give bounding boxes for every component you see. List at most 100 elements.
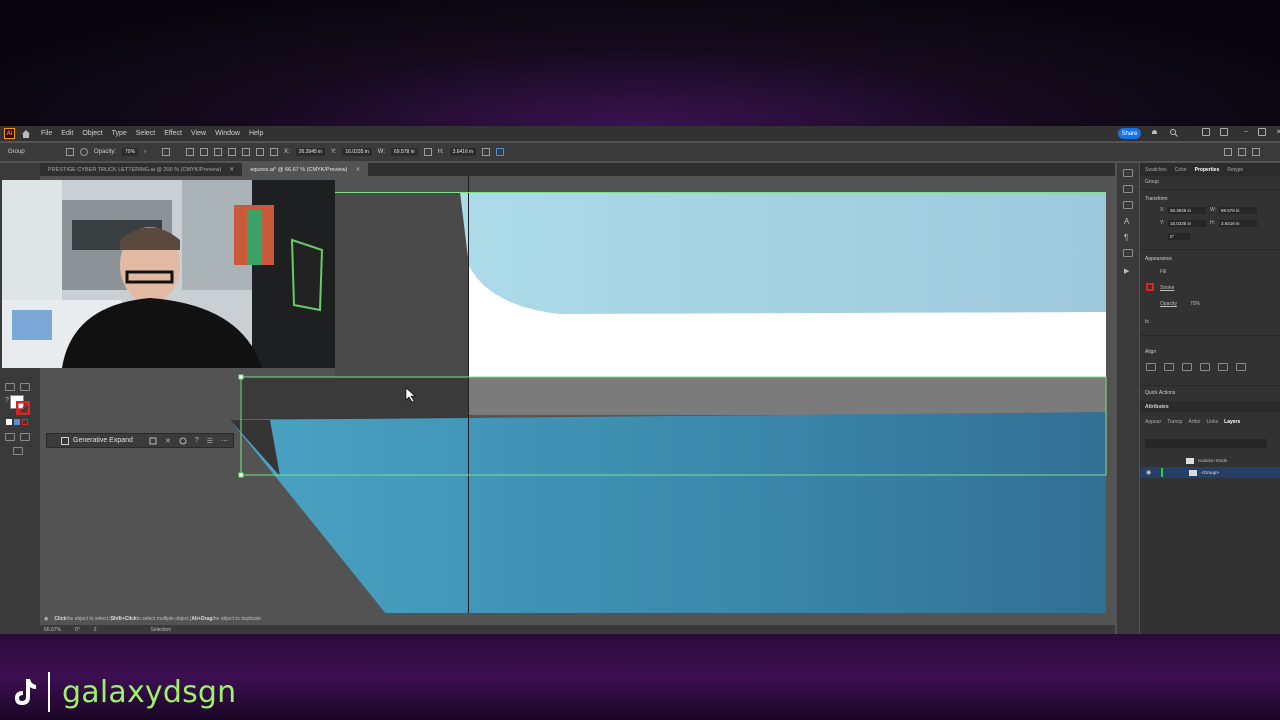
- zoom-level[interactable]: 66.67%: [44, 627, 61, 633]
- tab-retype[interactable]: Retype: [1227, 167, 1243, 173]
- list-icon[interactable]: ☰: [207, 437, 213, 445]
- help-icon[interactable]: ?: [195, 437, 199, 444]
- align-right-icon[interactable]: [214, 148, 223, 156]
- menu-select[interactable]: Select: [136, 130, 155, 137]
- align-left-icon[interactable]: [186, 148, 195, 156]
- isolate-icon[interactable]: [66, 148, 74, 156]
- transform-icon[interactable]: [482, 148, 491, 156]
- tab-equnox[interactable]: equnox.ai* @ 66.67 % (CMYK/Preview) ✕: [242, 163, 369, 176]
- close-icon[interactable]: ✕: [1276, 128, 1280, 137]
- menu-window[interactable]: Window: [215, 130, 240, 137]
- align-bottom-icon[interactable]: [1236, 363, 1246, 371]
- share-button[interactable]: Share: [1118, 128, 1141, 139]
- align-right-icon[interactable]: [1182, 363, 1192, 371]
- style-icon[interactable]: [162, 148, 171, 156]
- menu-view[interactable]: View: [191, 130, 206, 137]
- y-field[interactable]: 16.0235 in: [1168, 220, 1206, 227]
- tab-swatches[interactable]: Swatches: [1145, 167, 1167, 173]
- fx-button[interactable]: fx.: [1145, 319, 1150, 325]
- settings-icon[interactable]: [179, 437, 187, 445]
- opacity-value[interactable]: 70%: [1190, 301, 1200, 307]
- close-icon[interactable]: ✕: [165, 437, 171, 445]
- rotate-field[interactable]: 0°: [1168, 233, 1190, 240]
- menu-effect[interactable]: Effect: [164, 130, 182, 137]
- rotate-view[interactable]: 0°: [75, 627, 80, 633]
- tab-layers[interactable]: Layers: [1224, 419, 1240, 425]
- zoom-tool-icon[interactable]: [20, 383, 30, 391]
- layer-row-group[interactable]: ◉ <Group>: [1140, 467, 1280, 478]
- w-field[interactable]: 69.578 in: [1219, 207, 1257, 214]
- workspace-icon[interactable]: [1202, 128, 1210, 136]
- tab-transparency[interactable]: Transp: [1167, 419, 1182, 425]
- align-vcenter-icon[interactable]: [1218, 363, 1228, 371]
- tab-prestige[interactable]: PRESTIGE CYBER TRUCK LETTERING.ai @ 200 …: [40, 163, 242, 176]
- isolation-icon[interactable]: [496, 148, 505, 156]
- home-icon[interactable]: [21, 129, 31, 139]
- menu-help[interactable]: Help: [249, 130, 263, 137]
- eye-icon[interactable]: ◉: [1146, 469, 1151, 476]
- panel-toggle-icon[interactable]: [1224, 148, 1232, 156]
- x-field[interactable]: 26.3945 in: [1168, 207, 1206, 214]
- stroke-swatch[interactable]: [1146, 283, 1154, 291]
- h-field[interactable]: 3.6416 in: [1219, 220, 1257, 227]
- menu-object[interactable]: Object: [82, 130, 102, 137]
- properties-icon[interactable]: [1123, 185, 1133, 193]
- selection-handle[interactable]: [238, 374, 244, 380]
- menu-edit[interactable]: Edit: [61, 130, 73, 137]
- align-hcenter-icon[interactable]: [1164, 363, 1174, 371]
- opacity-label[interactable]: Opacity: [1160, 301, 1177, 307]
- libraries-icon[interactable]: [1123, 169, 1133, 177]
- reference-point-icon[interactable]: [270, 148, 279, 156]
- selection-handle[interactable]: [238, 472, 244, 478]
- stroke-swatch[interactable]: [16, 401, 30, 415]
- play-icon[interactable]: ▶: [1124, 267, 1129, 275]
- align-middle-icon[interactable]: [242, 148, 251, 156]
- align-left-icon[interactable]: [1146, 363, 1156, 371]
- tab-links[interactable]: Links: [1206, 419, 1218, 425]
- layers-icon[interactable]: [1123, 201, 1133, 209]
- link-icon[interactable]: [423, 148, 432, 156]
- tab-color[interactable]: Color: [1175, 167, 1187, 173]
- layer-row-isolation[interactable]: Isolation Mode: [1140, 455, 1280, 466]
- attributes-bar[interactable]: Attributes: [1140, 401, 1280, 412]
- search-icon[interactable]: [1169, 128, 1178, 137]
- edit-toolbar-icon[interactable]: [13, 447, 23, 455]
- align-center-icon[interactable]: [200, 148, 209, 156]
- align-top-icon[interactable]: [228, 148, 237, 156]
- close-tab-icon[interactable]: ✕: [229, 166, 234, 173]
- tab-properties[interactable]: Properties: [1195, 167, 1220, 173]
- bell-icon[interactable]: [1150, 128, 1159, 137]
- tab-artboards[interactable]: Artbo: [1189, 419, 1201, 425]
- brush-icon[interactable]: [1238, 148, 1246, 156]
- h-field[interactable]: 3.6416 in: [449, 148, 477, 156]
- selection-tool-icon[interactable]: [5, 383, 15, 391]
- gradient-mode-icon[interactable]: [14, 419, 20, 425]
- layers-search-input[interactable]: [1145, 439, 1267, 448]
- minimize-icon[interactable]: –: [1244, 128, 1248, 137]
- x-field[interactable]: 26.3945 in: [295, 148, 326, 156]
- generative-expand-button[interactable]: Generative Expand: [61, 436, 133, 445]
- chevron-right-icon[interactable]: ›: [144, 149, 146, 155]
- collapse-icon[interactable]: [1252, 148, 1260, 156]
- paragraph-icon[interactable]: ¶: [1124, 233, 1128, 242]
- menu-type[interactable]: Type: [112, 130, 127, 137]
- tab-appearance[interactable]: Appear: [1145, 419, 1161, 425]
- y-field[interactable]: 16.0235 in: [342, 148, 372, 156]
- draw-mode-icon[interactable]: [5, 433, 15, 441]
- close-tab-icon[interactable]: ✕: [355, 166, 360, 173]
- align-top-icon[interactable]: [1200, 363, 1210, 371]
- opacity-field[interactable]: 70%: [122, 148, 139, 156]
- screen-mode-icon[interactable]: [20, 433, 30, 441]
- none-mode-icon[interactable]: [22, 419, 28, 425]
- color-mode-icon[interactable]: [6, 419, 12, 425]
- arrange-icon[interactable]: [1220, 128, 1228, 136]
- character-icon[interactable]: A: [1124, 217, 1129, 226]
- w-field[interactable]: 69.578 in: [391, 148, 418, 156]
- more-icon[interactable]: ⋯: [221, 437, 228, 445]
- artboard-icon[interactable]: [149, 437, 157, 445]
- maximize-icon[interactable]: [1257, 128, 1266, 136]
- artboard-nav[interactable]: 2: [94, 627, 97, 633]
- align-bottom-icon[interactable]: [256, 148, 265, 156]
- glyphs-icon[interactable]: [1123, 249, 1133, 257]
- recolor-icon[interactable]: [80, 148, 88, 156]
